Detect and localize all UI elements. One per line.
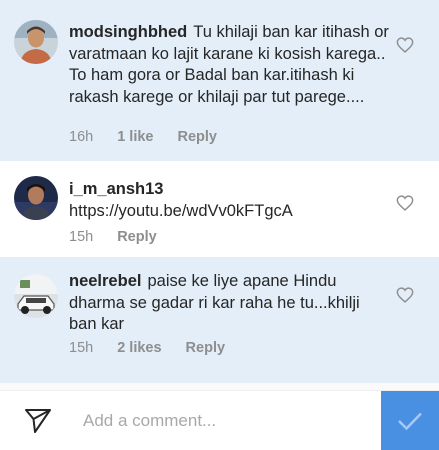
paper-plane-icon[interactable] [24,408,52,434]
comment-list: modsinghbhed Tu khilaji ban kar itihash o… [0,0,439,383]
comment-body: i_m_ansh13 https://youtu.be/wdVv0kFTgcA [69,179,389,222]
checkmark-icon [398,412,422,431]
comment-time: 15h [69,229,94,245]
comment-body: neelrebel paise ke liye apane Hindu dharm… [69,271,389,336]
comment-time: 16h [69,129,94,145]
comment-item: modsinghbhed Tu khilaji ban kar itihash o… [0,0,439,161]
comment-input[interactable] [83,409,353,433]
comment-body: modsinghbhed Tu khilaji ban kar itihash o… [69,22,389,108]
comment-meta: 16h 1 like Reply [69,129,241,145]
comment-likes[interactable]: 1 like [117,129,153,145]
reply-button[interactable]: Reply [186,340,226,356]
reply-button[interactable]: Reply [177,129,217,145]
comment-meta: 15h Reply [69,229,181,245]
comment-composer [0,390,439,450]
avatar-photo [14,176,58,220]
comment-meta: 15h 2 likes Reply [69,340,249,356]
comment-username[interactable]: modsinghbhed [69,23,187,41]
heart-outline-icon[interactable] [396,195,414,211]
comment-username[interactable]: i_m_ansh13 [69,180,163,198]
avatar-photo [14,274,58,318]
reply-button[interactable]: Reply [117,229,157,245]
avatar[interactable] [14,274,58,318]
avatar[interactable] [14,176,58,220]
heart-outline-icon[interactable] [396,287,414,303]
avatar-photo [14,20,58,64]
heart-outline-icon[interactable] [396,37,414,53]
comment-text[interactable]: https://youtu.be/wdVv0kFTgcA [69,201,389,223]
post-comment-button[interactable] [381,391,439,450]
comment-item: neelrebel paise ke liye apane Hindu dharm… [0,257,439,383]
comment-item: i_m_ansh13 https://youtu.be/wdVv0kFTgcA … [0,161,439,257]
avatar[interactable] [14,20,58,64]
comment-username[interactable]: neelrebel [69,272,141,290]
comment-time: 15h [69,340,94,356]
comment-likes[interactable]: 2 likes [117,340,161,356]
